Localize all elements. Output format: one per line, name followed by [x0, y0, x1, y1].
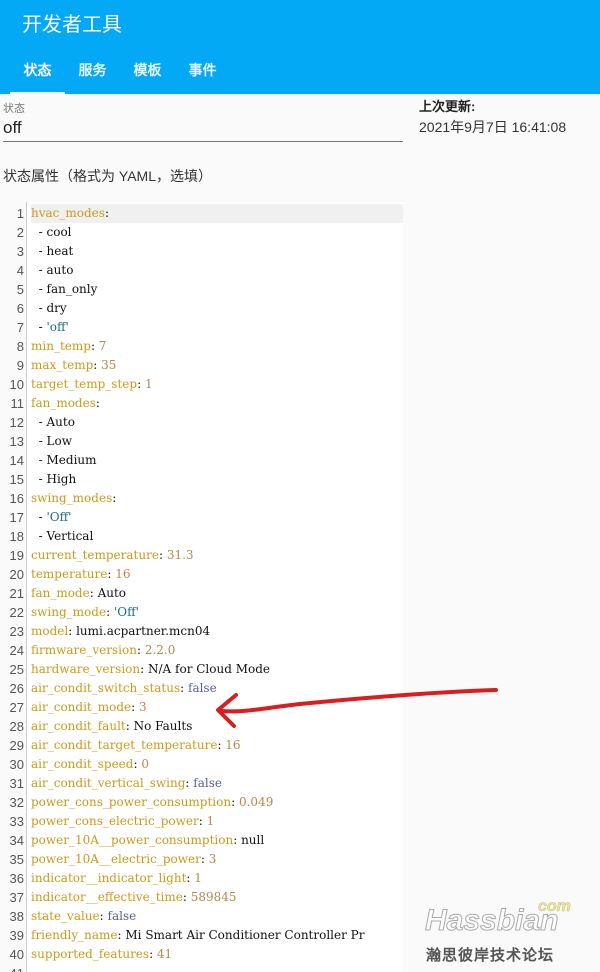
watermark-subtitle: 瀚思彼岸技术论坛 [426, 947, 555, 964]
watermark-brand: Hassbian [424, 904, 559, 938]
hassbian-watermark: com Hassbian 瀚思彼岸技术论坛 [420, 896, 580, 966]
red-arrow-annotation [216, 688, 498, 728]
